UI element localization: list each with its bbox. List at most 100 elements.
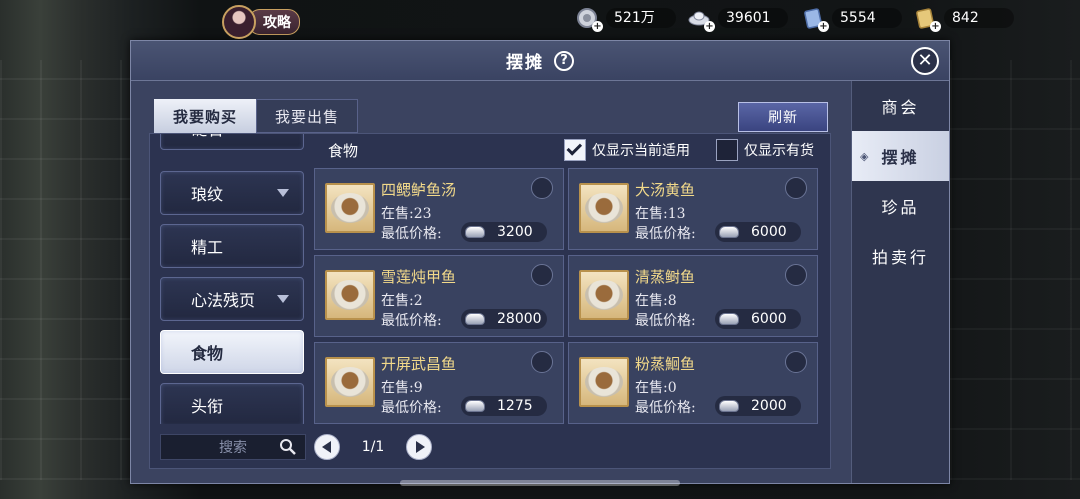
select-radio[interactable]: [531, 177, 553, 199]
nav-item-stall[interactable]: ◈ 摆摊: [852, 131, 949, 181]
silver-ingot-icon: [465, 226, 485, 238]
home-indicator: [400, 480, 680, 486]
window-titlebar: 摆摊 ? ✕: [131, 41, 949, 81]
silver-ingot-icon: +: [688, 7, 715, 32]
category-item[interactable]: 琅纹: [160, 171, 304, 215]
food-dish-icon: [579, 183, 629, 233]
check-icon: [566, 140, 583, 156]
silver-ingot-icon: [465, 400, 485, 412]
page-indicator: 1/1: [361, 439, 385, 455]
food-dish-icon: [325, 183, 375, 233]
price-pill: 1275: [461, 396, 547, 416]
item-card[interactable]: 大汤黄鱼 在售:13 最低价格: 6000: [568, 168, 818, 250]
search-input[interactable]: 搜索: [160, 434, 306, 460]
currency-silver[interactable]: + 39601: [688, 7, 788, 32]
gold-ticket-icon: +: [914, 7, 941, 32]
nav-item-treasures[interactable]: 珍品: [852, 181, 949, 231]
background-right-scene: [950, 60, 1080, 480]
food-dish-icon: [579, 357, 629, 407]
filter-current-applicable[interactable]: 仅显示当前适用: [564, 138, 690, 162]
item-card[interactable]: 粉蒸鮰鱼 在售:0 最低价格: 2000: [568, 342, 818, 424]
item-card[interactable]: 清蒸鲥鱼 在售:8 最低价格: 6000: [568, 255, 818, 337]
refresh-button[interactable]: 刷新: [738, 102, 828, 132]
search-icon[interactable]: [279, 438, 297, 460]
filter-label: 仅显示当前适用: [592, 143, 690, 159]
currency-coin[interactable]: + 521万: [576, 7, 676, 32]
category-list[interactable]: 砭石 琅纹 精工 心法残页 食物 头衔: [158, 134, 306, 424]
close-button[interactable]: ✕: [911, 47, 939, 75]
category-item-active[interactable]: 食物: [160, 330, 304, 374]
select-radio[interactable]: [785, 177, 807, 199]
item-name: 清蒸鲥鱼: [635, 268, 696, 286]
item-stock: 在售:0: [635, 380, 677, 396]
nav-item-label: 珍品: [881, 198, 920, 217]
guide-button[interactable]: 攻略: [222, 5, 302, 39]
prev-page-button[interactable]: [314, 434, 340, 460]
select-radio[interactable]: [531, 351, 553, 373]
item-stock: 在售:2: [381, 293, 423, 309]
item-name: 开屏武昌鱼: [381, 355, 457, 373]
checkbox-unchecked[interactable]: [716, 139, 738, 161]
background-left-scene: [0, 60, 130, 480]
silver-ingot-icon: [465, 313, 485, 325]
currency-gold-ticket[interactable]: + 842: [914, 7, 1014, 32]
item-card[interactable]: 雪莲炖甲鱼 在售:2 最低价格: 28000: [314, 255, 564, 337]
item-stock: 在售:9: [381, 380, 423, 396]
listing-panel: 砭石 琅纹 精工 心法残页 食物 头衔: [149, 133, 831, 469]
item-stock: 在售:23: [381, 206, 432, 222]
section-title: 食物: [328, 142, 359, 160]
price-pill: 6000: [715, 309, 801, 329]
plus-icon: +: [818, 21, 829, 32]
stall-content: 我要购买 我要出售 刷新 砭石 琅纹 精工 心法残页: [149, 97, 831, 469]
filter-label: 仅显示有货: [744, 143, 814, 159]
food-dish-icon: [325, 270, 375, 320]
category-item[interactable]: 头衔: [160, 383, 304, 424]
currency-scroll-ticket[interactable]: + 5554: [802, 8, 902, 32]
right-nav: 商会 ◈ 摆摊 珍品 拍卖行: [851, 81, 949, 483]
checkbox-checked[interactable]: [564, 139, 586, 161]
category-label: 食物: [191, 344, 224, 363]
tab-buy[interactable]: 我要购买: [154, 99, 256, 133]
item-price: 3200: [497, 224, 533, 240]
pager: 1/1: [314, 432, 434, 462]
item-card[interactable]: 四鳃鲈鱼汤 在售:23 最低价格: 3200: [314, 168, 564, 250]
chevron-down-icon: [277, 295, 289, 303]
nav-item-label: 商会: [881, 98, 920, 117]
nav-item-label: 摆摊: [881, 148, 920, 167]
item-price-label: 最低价格:: [635, 313, 696, 329]
stall-window: 摆摊 ? ✕ 商会 ◈ 摆摊 珍品 拍卖行 我要购买 我要出售 刷新 砭石: [130, 40, 950, 484]
select-radio[interactable]: [531, 264, 553, 286]
category-item[interactable]: 砭石: [160, 134, 304, 150]
nav-item-chamber[interactable]: 商会: [852, 81, 949, 131]
item-price-label: 最低价格:: [635, 400, 696, 416]
currency-value: 5554: [832, 8, 902, 28]
select-radio[interactable]: [785, 264, 807, 286]
select-radio[interactable]: [785, 351, 807, 373]
category-item[interactable]: 心法残页: [160, 277, 304, 321]
item-name: 雪莲炖甲鱼: [381, 268, 457, 286]
plus-icon: +: [704, 21, 715, 32]
arrow-right-icon: [415, 441, 425, 453]
filter-in-stock[interactable]: 仅显示有货: [716, 138, 814, 162]
currency-value: 39601: [718, 8, 788, 28]
item-card[interactable]: 开屏武昌鱼 在售:9 最低价格: 1275: [314, 342, 564, 424]
help-icon[interactable]: ?: [554, 50, 574, 71]
category-item[interactable]: 精工: [160, 224, 304, 268]
tab-sell[interactable]: 我要出售: [256, 99, 358, 133]
currency-value: 521万: [606, 8, 676, 28]
coin-icon: +: [576, 7, 603, 32]
item-price: 2000: [751, 398, 787, 414]
next-page-button[interactable]: [406, 434, 432, 460]
search-placeholder: 搜索: [219, 440, 247, 456]
item-price-label: 最低价格:: [381, 400, 442, 416]
item-price-label: 最低价格:: [381, 226, 442, 242]
nav-item-auction[interactable]: 拍卖行: [852, 231, 949, 281]
category-label: 心法残页: [191, 291, 256, 310]
category-label: 头衔: [191, 397, 224, 416]
diamond-icon: ◈: [860, 149, 872, 163]
category-label: 砭石: [191, 134, 223, 140]
window-title: 摆摊: [506, 53, 544, 73]
chevron-down-icon: [277, 189, 289, 197]
silver-ingot-icon: [719, 313, 739, 325]
item-stock: 在售:8: [635, 293, 677, 309]
